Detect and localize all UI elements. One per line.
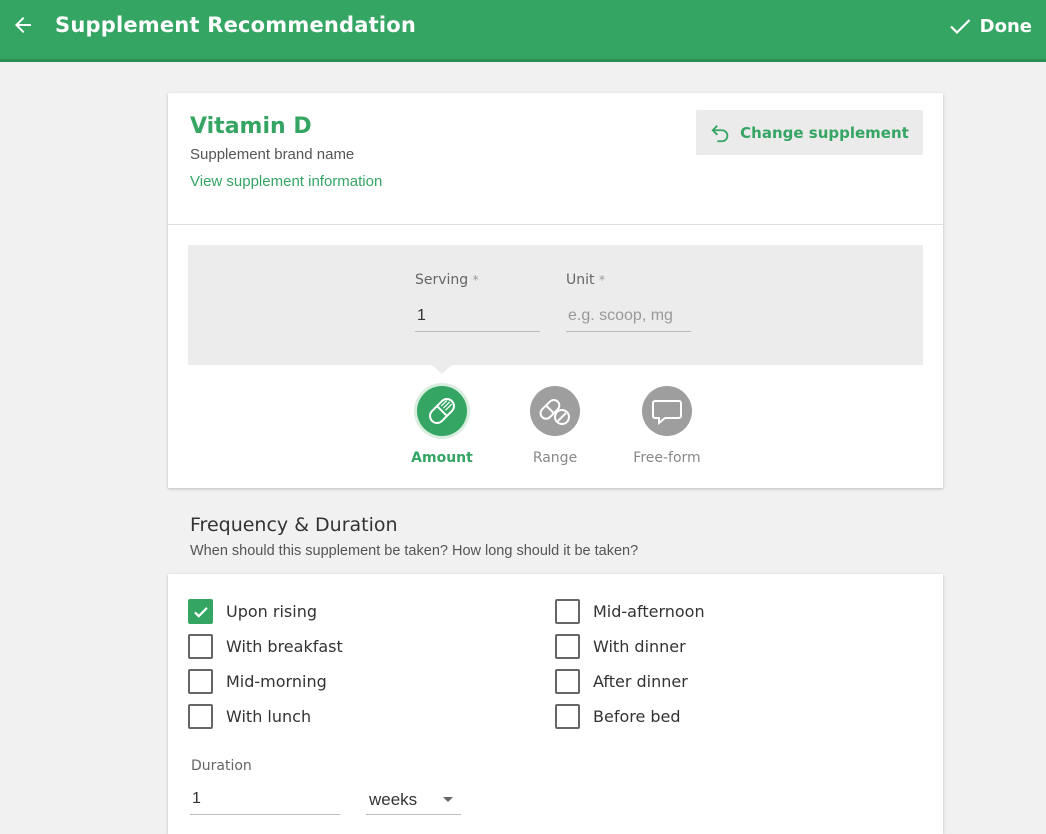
pills-icon (530, 386, 580, 436)
checkbox-mid-morning[interactable]: Mid-morning (188, 669, 327, 694)
mode-range[interactable]: Range (500, 386, 610, 466)
app-bar: Supplement Recommendation Done (0, 0, 1046, 62)
divider (168, 224, 943, 225)
duration-input[interactable] (190, 783, 340, 815)
checkbox-label: With breakfast (226, 637, 343, 656)
serving-input[interactable] (415, 300, 540, 332)
duration-label: Duration (191, 758, 252, 774)
checkbox-mid-afternoon[interactable]: Mid-afternoon (555, 599, 705, 624)
view-supplement-info-link[interactable]: View supplement information (190, 173, 382, 190)
checkbox-label: With dinner (593, 637, 686, 656)
checkbox-unchecked[interactable] (555, 669, 580, 694)
mode-free-form[interactable]: Free-form (612, 386, 722, 466)
supplement-brand: Supplement brand name (190, 146, 355, 163)
frequency-duration-subtitle: When should this supplement be taken? Ho… (190, 543, 639, 559)
mode-free-form-label: Free-form (633, 450, 701, 466)
frequency-card: Upon rising With breakfast Mid-morning W… (168, 574, 943, 834)
change-supplement-label: Change supplement (740, 123, 909, 142)
checkbox-unchecked[interactable] (188, 704, 213, 729)
checkbox-after-dinner[interactable]: After dinner (555, 669, 688, 694)
checkbox-with-lunch[interactable]: With lunch (188, 704, 311, 729)
done-label: Done (979, 15, 1032, 37)
checkbox-with-dinner[interactable]: With dinner (555, 634, 686, 659)
checkbox-with-breakfast[interactable]: With breakfast (188, 634, 343, 659)
duration-unit-value: weeks (369, 789, 418, 809)
checkbox-label: After dinner (593, 672, 688, 691)
serving-mode-selector: Amount Range Free-form (168, 386, 943, 476)
frequency-duration-title: Frequency & Duration (190, 514, 398, 536)
serving-panel: Serving * Unit * (188, 245, 923, 374)
checkbox-label: Before bed (593, 707, 681, 726)
supplement-name: Vitamin D (190, 114, 312, 139)
back-button[interactable] (10, 12, 36, 38)
check-icon (193, 606, 208, 618)
done-button[interactable]: Done (948, 12, 1032, 40)
checkbox-label: Upon rising (226, 602, 317, 621)
page-title: Supplement Recommendation (55, 13, 417, 37)
checkbox-checked[interactable] (188, 599, 213, 624)
unit-label: Unit * (566, 272, 605, 288)
checkbox-label: With lunch (226, 707, 312, 726)
checkbox-label: Mid-morning (226, 672, 327, 691)
mode-amount[interactable]: Amount (387, 386, 497, 466)
check-icon (949, 19, 970, 35)
speech-bubble-icon (642, 386, 692, 436)
checkbox-unchecked[interactable] (555, 704, 580, 729)
checkbox-unchecked[interactable] (555, 634, 580, 659)
change-supplement-button[interactable]: Change supplement (696, 110, 923, 155)
checkbox-upon-rising[interactable]: Upon rising (188, 599, 317, 624)
pill-icon (417, 386, 467, 436)
duration-unit-select[interactable]: weeks (366, 785, 461, 815)
checkbox-unchecked[interactable] (188, 634, 213, 659)
checkbox-before-bed[interactable]: Before bed (555, 704, 681, 729)
unit-input[interactable] (566, 300, 691, 332)
supplement-card: Vitamin D Supplement brand name View sup… (168, 93, 943, 488)
checkbox-label: Mid-afternoon (593, 602, 705, 621)
serving-label: Serving * (415, 272, 479, 288)
mode-amount-label: Amount (411, 450, 473, 466)
checkbox-unchecked[interactable] (188, 669, 213, 694)
arrow-left-icon (15, 17, 31, 33)
undo-icon (711, 124, 729, 142)
checkbox-unchecked[interactable] (555, 599, 580, 624)
mode-range-label: Range (532, 450, 578, 466)
dropdown-caret-icon (443, 797, 453, 802)
